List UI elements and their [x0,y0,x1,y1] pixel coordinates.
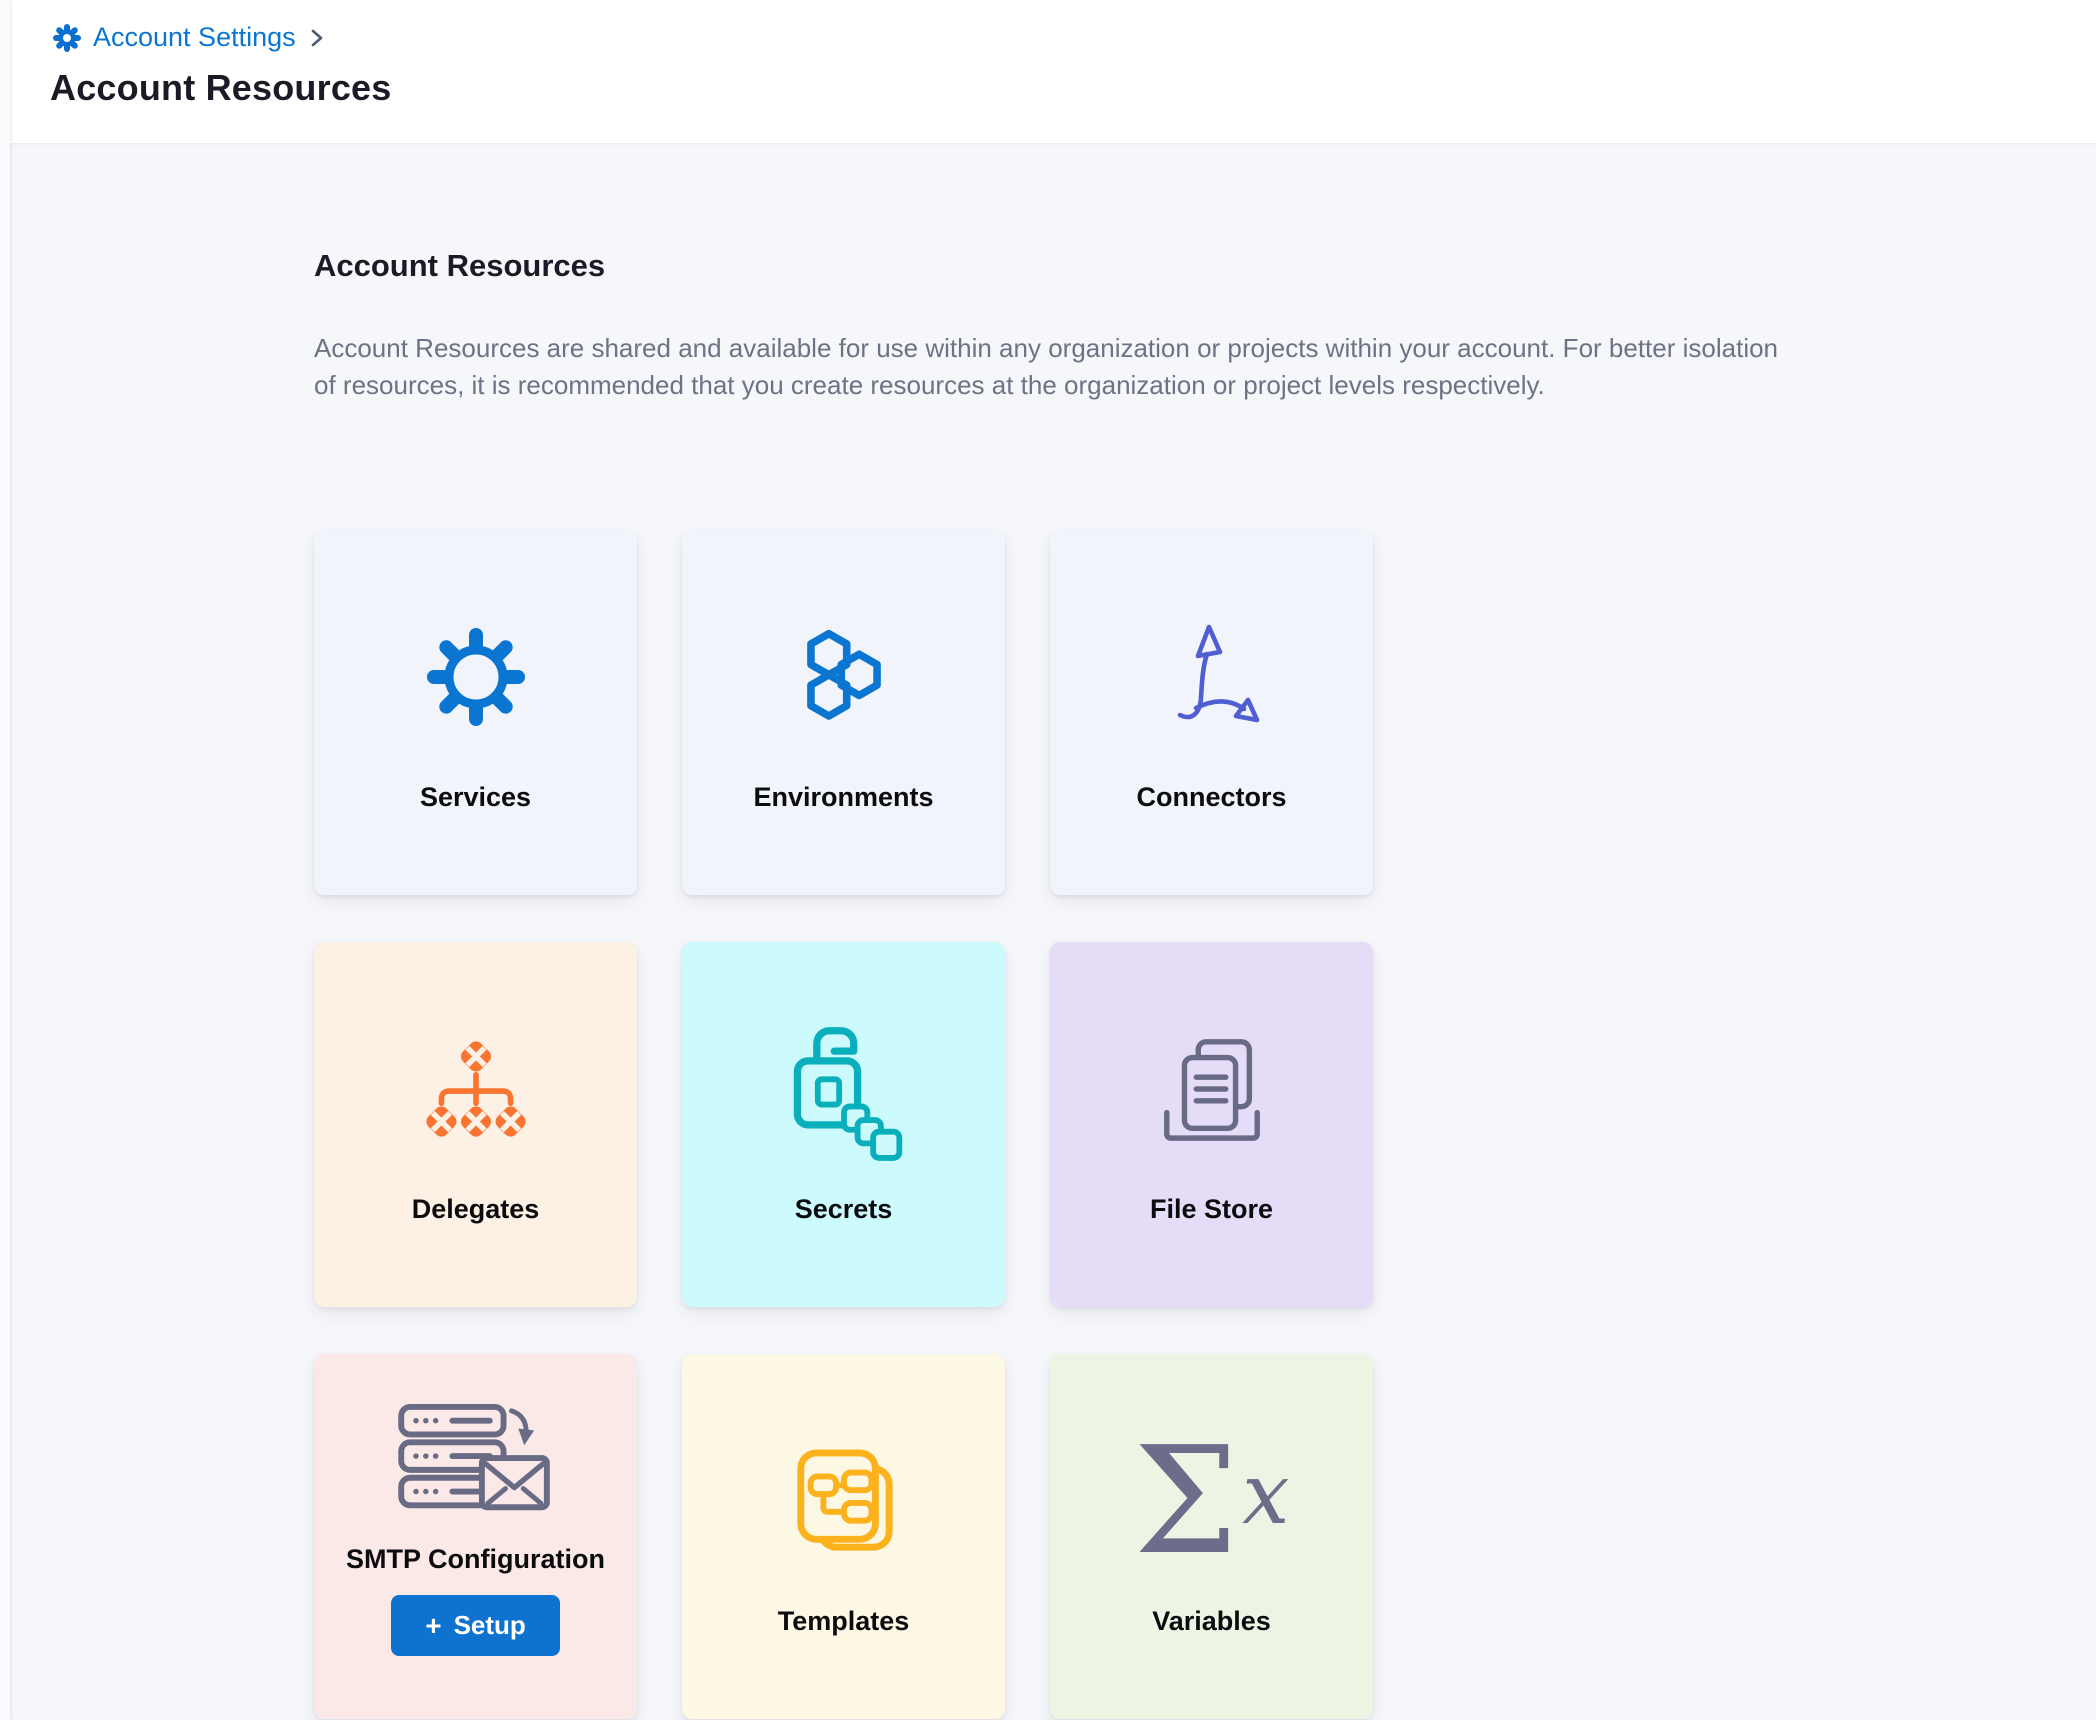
card-file-store[interactable]: File Store [1050,942,1373,1307]
card-environments[interactable]: Environments [682,530,1005,895]
documents-tray-icon [1153,1014,1271,1164]
card-smtp-configuration[interactable]: SMTP Configuration + Setup [314,1354,637,1719]
branch-arrows-icon [1162,602,1262,752]
breadcrumb-label: Account Settings [93,22,296,53]
servers-mail-icon [395,1396,557,1528]
breadcrumb: Account Settings [52,22,325,53]
lock-chain-icon [778,1014,910,1164]
setup-button[interactable]: + Setup [391,1595,560,1656]
services-gear-icon [420,602,532,752]
sigma-glyph: Σ [1133,1426,1238,1576]
page-header: Account Settings Account Resources [10,0,2096,143]
card-label: Templates [778,1606,910,1637]
resource-card-grid: Services Environments [314,530,1373,1719]
card-label: Delegates [412,1194,540,1225]
account-resources-page: Account Settings Account Resources Accou… [0,0,2096,1720]
collapsed-nav-strip [0,0,10,1720]
card-templates[interactable]: Templates [682,1354,1005,1719]
setup-button-label: Setup [454,1610,526,1641]
card-connectors[interactable]: Connectors [1050,530,1373,895]
delegates-tree-icon [417,1014,535,1164]
sigma-x-icon: Σ x [1133,1426,1289,1576]
card-label: Services [420,782,531,813]
card-secrets[interactable]: Secrets [682,942,1005,1307]
card-label: SMTP Configuration [346,1544,605,1575]
card-variables[interactable]: Σ x Variables [1050,1354,1373,1719]
breadcrumb-account-settings-link[interactable]: Account Settings [52,22,296,53]
stacked-templates-icon [789,1426,899,1576]
card-label: File Store [1150,1194,1273,1225]
chevron-right-icon [309,26,325,50]
plus-icon: + [425,1613,441,1639]
card-services[interactable]: Services [314,530,637,895]
card-label: Environments [753,782,933,813]
page-title: Account Resources [50,66,392,110]
card-label: Secrets [795,1194,893,1225]
hexagons-icon [792,602,896,752]
card-label: Connectors [1136,782,1286,813]
x-glyph: x [1242,1452,1289,1536]
card-label: Variables [1152,1606,1271,1637]
section-title: Account Resources [314,248,605,284]
section-description: Account Resources are shared and availab… [314,330,1794,404]
card-delegates[interactable]: Delegates [314,942,637,1307]
account-settings-gear-icon [52,23,82,53]
